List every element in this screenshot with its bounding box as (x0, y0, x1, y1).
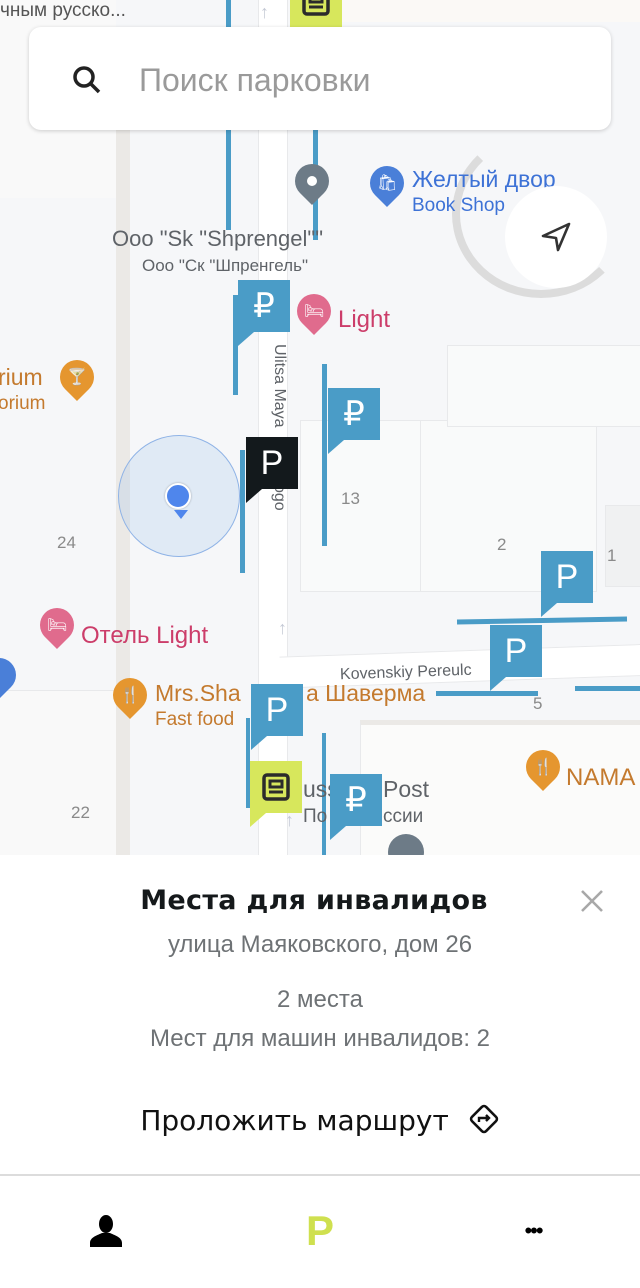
parking-line (226, 0, 231, 30)
one-way-arrow-icon: ↑ (278, 618, 287, 638)
parking-terminal-marker[interactable] (290, 0, 342, 42)
map-block (0, 690, 116, 855)
parking-places-count: 2 места (277, 986, 363, 1013)
parking-marker-free[interactable]: P (541, 551, 593, 617)
parking-marker-paid[interactable]: ₽ (330, 774, 382, 840)
parking-marker-selected[interactable]: P (246, 437, 298, 503)
one-way-arrow-icon: ↑ (260, 2, 269, 22)
parking-marker-free[interactable]: P (490, 625, 542, 691)
poi-sub: orium (0, 393, 46, 414)
parking-address: улица Маяковского, дом 26 (167, 931, 473, 958)
poi-pin[interactable]: 🛍 (362, 158, 412, 208)
map-view[interactable]: ↑ ↑ ↑ чным русско... 🛍 Желтый двор Book … (0, 0, 640, 855)
parking-line (456, 616, 628, 625)
parking-marker-paid[interactable]: ₽ (328, 388, 380, 454)
shopping-bag-icon: 🛍 (376, 175, 398, 192)
house-number: 24 (57, 533, 76, 552)
cocktail-icon: 🍸 (67, 369, 87, 387)
tab-parking[interactable]: P (290, 1206, 350, 1256)
parking-marker-paid[interactable]: ₽ (238, 280, 290, 346)
parking-line (436, 691, 538, 696)
map-block (290, 0, 640, 22)
poi-name[interactable]: Mrs.Sha (155, 680, 241, 707)
search-input[interactable] (137, 57, 581, 103)
build-route-label: Проложить маршрут (140, 1104, 449, 1137)
poi-pin[interactable]: 🍸 (52, 352, 102, 402)
house-number: 1 (607, 546, 617, 565)
restaurant-icon: 🍴 (120, 687, 140, 705)
parking-marker-free[interactable]: P (251, 684, 303, 750)
directions-icon (469, 1104, 498, 1134)
close-icon[interactable] (578, 887, 606, 915)
user-location-dot (165, 483, 191, 509)
poi-pin[interactable]: 🛏 (32, 600, 82, 650)
poi-pin[interactable]: 🛏 (289, 286, 339, 336)
poi-sub: ссии (383, 806, 424, 827)
parking-line (322, 364, 327, 546)
poi-name[interactable]: rium (0, 364, 43, 391)
poi-name[interactable]: a Шаверма (306, 680, 425, 707)
bottom-tab-bar: P ••• (0, 1176, 640, 1288)
parking-icon: P (305, 1207, 334, 1254)
poi-sub: По (303, 806, 328, 827)
house-number: 2 (497, 535, 507, 554)
tab-more[interactable]: ••• (503, 1206, 563, 1256)
poi-sub: Ooo "Ск "Шпренгель" (142, 256, 308, 275)
parking-title: Места для инвалидов (140, 885, 488, 916)
person-icon (90, 1215, 122, 1247)
search-bar[interactable] (29, 27, 611, 130)
place-pin-icon[interactable] (287, 156, 337, 206)
poi-name[interactable]: Отель Light (81, 622, 208, 650)
my-location-button[interactable] (505, 186, 607, 288)
parking-line (226, 130, 231, 230)
build-route-button[interactable]: Проложить маршрут (0, 1103, 640, 1137)
parking-terminal-marker[interactable] (250, 761, 302, 827)
restaurant-icon: 🍴 (533, 759, 553, 777)
one-way-arrow-icon: ↑ (285, 810, 294, 830)
poi-sub: Book Shop (412, 195, 505, 216)
house-number: 22 (71, 803, 90, 822)
poi-sub: Fast food (155, 709, 235, 730)
hotel-bed-icon: 🛏 (303, 303, 325, 320)
terminal-icon (302, 0, 330, 16)
poi-name[interactable]: Light (338, 306, 390, 334)
poi-name[interactable]: Желтый двор (412, 166, 556, 193)
map-label: чным русско... (0, 0, 126, 21)
more-icon: ••• (524, 1218, 543, 1243)
poi-name[interactable]: Ooo "Sk "Shprengel"" (112, 226, 323, 252)
heading-arrow-icon (174, 510, 188, 519)
parking-details-panel: Места для инвалидов улица Маяковского, д… (0, 855, 640, 1175)
hotel-bed-icon: 🛏 (46, 617, 68, 634)
poi-name[interactable]: NAMA (566, 764, 635, 792)
street-label: Ulitsa Maya (271, 344, 288, 428)
parking-line (575, 686, 640, 691)
parking-line (240, 450, 245, 573)
disabled-places-count: Мест для машин инвалидов: 2 (149, 1025, 491, 1052)
map-block (447, 345, 640, 427)
search-icon (73, 66, 101, 94)
terminal-icon (262, 773, 290, 801)
house-number: 5 (533, 694, 543, 713)
navigation-arrow-icon (541, 222, 571, 252)
poi-name[interactable]: Post (383, 776, 429, 803)
map-block (300, 420, 422, 592)
house-number: 13 (341, 489, 360, 508)
tab-profile[interactable] (76, 1206, 136, 1256)
